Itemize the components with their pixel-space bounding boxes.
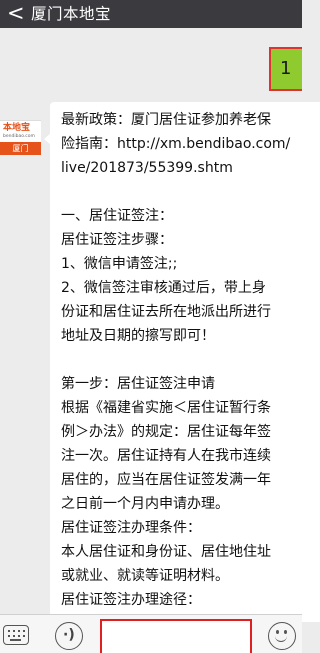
message-line: 一、居住证签注：	[61, 208, 173, 224]
voice-icon[interactable]: ·)	[55, 622, 83, 650]
message-line: 之日前一个月内申请办理。	[61, 496, 229, 512]
message-line: 或就业、就读等证明材料。	[61, 568, 229, 584]
message-line: 根据《福建省实施＜居住证暂行条	[61, 400, 271, 416]
sender-city-badge: 厦门	[0, 142, 41, 155]
self-avatar-label: 1	[280, 58, 292, 79]
message-line: 居住证签注办理途径：	[61, 592, 201, 608]
voice-glyph: ·)	[63, 627, 75, 643]
keyboard-menu-icon[interactable]	[3, 625, 29, 645]
back-icon[interactable]: <	[7, 2, 25, 24]
message-input[interactable]	[100, 619, 252, 653]
message-line: 注一次。居住证持有人在我市连续	[61, 448, 271, 464]
message-line: 本人居住证和身份证、居住地住址	[61, 544, 271, 560]
message-line: 居住证签注步骤：	[61, 232, 173, 248]
message-line[interactable]: 险指南：http://xm.bendibao.com/	[61, 134, 290, 154]
input-bar: ·)	[0, 614, 302, 653]
chat-title: 厦门本地宝	[31, 5, 112, 23]
message-line[interactable]: live/201873/55399.shtm	[61, 158, 233, 178]
top-bar: < 厦门本地宝	[0, 0, 302, 28]
message-line: 2、微信签注审核通过后，带上身	[61, 280, 266, 296]
self-avatar[interactable]: 1	[269, 47, 302, 91]
message-line: 居住的，应当在居住证签发满一年	[61, 472, 271, 488]
message-line: 例＞办法》的规定：居住证每年签	[61, 424, 271, 440]
message-line: 居住证签注办理条件：	[61, 520, 201, 536]
sender-avatar[interactable]: 本地宝 bendibao.com	[0, 120, 41, 143]
message-line: 第一步：居住证签注申请	[61, 376, 215, 392]
message-line: 1、微信申请签注;;	[61, 256, 178, 272]
emoji-icon[interactable]	[268, 622, 296, 650]
sender-logo-domain: bendibao.com	[3, 134, 35, 139]
sender-logo-text: 本地宝	[3, 123, 31, 133]
message-line: 地址及日期的擦写即可！	[61, 328, 215, 344]
message-line: 最新政策：厦门居住证参加养老保	[61, 112, 271, 128]
message-line: 份证和居住证去所在地派出所进行	[61, 304, 271, 320]
